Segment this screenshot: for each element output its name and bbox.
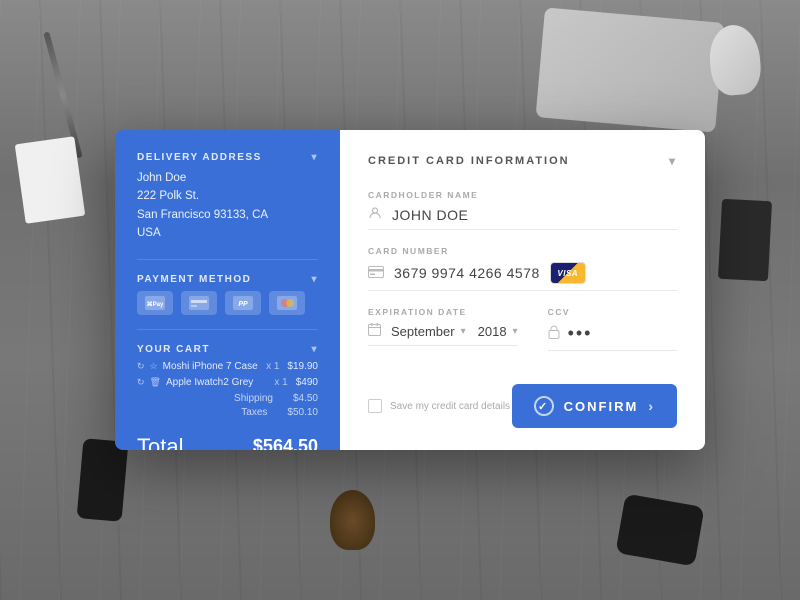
total-row: Total $564.50 <box>137 428 318 450</box>
street-address: 222 Polk St. <box>137 187 318 205</box>
refresh-icon: ↻ <box>137 361 145 372</box>
total-label: Total <box>137 434 183 450</box>
cart-item-1-price: $19.90 <box>287 361 318 372</box>
cart-item-1-qty: x 1 <box>266 361 279 372</box>
cart-item-2-price: $490 <box>296 377 318 388</box>
your-cart-chevron-icon: ▾ <box>311 344 318 355</box>
cart-item-1-name: Moshi iPhone 7 Case <box>163 361 258 372</box>
exp-month-chevron-icon: ▾ <box>461 326 466 337</box>
confirm-check-icon: ✓ <box>534 396 554 416</box>
lock-icon <box>548 325 560 342</box>
right-panel: CREDIT CARD INFORMATION ▾ CARDHOLDER NAM… <box>340 130 705 450</box>
pinecone-decoration <box>330 490 375 550</box>
ccv-input-row[interactable]: ••• <box>548 323 677 351</box>
paypal-icon[interactable]: PP <box>225 291 261 315</box>
checkbox-box[interactable] <box>368 399 382 413</box>
cardholder-name-field: CARDHOLDER NAME JOHN DOE <box>368 190 677 246</box>
taxes-price: $50.10 <box>287 407 318 418</box>
delivery-address-section[interactable]: DELIVERY ADDRESS ▾ <box>137 152 318 163</box>
card-icon <box>368 265 384 281</box>
expiration-selects[interactable]: September ▾ 2018 ▾ <box>368 323 518 346</box>
cardholder-name-row[interactable]: JOHN DOE <box>368 206 677 230</box>
ccv-value: ••• <box>568 323 593 344</box>
visa-badge: VISA <box>550 262 586 284</box>
save-card-label: Save my credit card details <box>390 401 510 412</box>
recipient-name: John Doe <box>137 169 318 187</box>
calendar-icon <box>368 323 381 339</box>
credit-card-icon[interactable] <box>181 291 217 315</box>
svg-text:⌘Pay: ⌘Pay <box>147 301 164 308</box>
confirm-label: CONFIRM <box>564 399 639 414</box>
ccv-field: CCV ••• <box>548 307 677 351</box>
other-card-icon[interactable] <box>269 291 305 315</box>
taxes-label: Taxes <box>241 407 267 418</box>
your-cart-header[interactable]: YOUR CART ▾ <box>137 344 318 355</box>
bottom-row: Save my credit card details ✓ CONFIRM › <box>368 368 677 428</box>
payment-method-label: PAYMENT METHOD <box>137 274 251 285</box>
cardholder-name-label: CARDHOLDER NAME <box>368 190 677 200</box>
delivery-address-chevron-icon: ▾ <box>311 152 318 163</box>
trash-icon: 🗑 <box>150 377 161 388</box>
checkout-card: DELIVERY ADDRESS ▾ John Doe 222 Polk St.… <box>115 130 705 450</box>
expiration-field: EXPIRATION DATE September ▾ 2018 ▾ <box>368 307 518 351</box>
left-panel: DELIVERY ADDRESS ▾ John Doe 222 Polk St.… <box>115 130 340 450</box>
card-number-row[interactable]: 3679 9974 4266 4578 VISA <box>368 262 677 291</box>
ccv-label: CCV <box>548 307 677 317</box>
confirm-button[interactable]: ✓ CONFIRM › <box>512 384 677 428</box>
apple-pay-icon[interactable]: ⌘Pay <box>137 291 173 315</box>
laptop-decoration <box>536 7 725 132</box>
exp-year-value: 2018 <box>478 324 507 339</box>
refresh-icon-2: ↻ <box>137 377 145 388</box>
card-number-field: CARD NUMBER 3679 9974 4266 4578 VISA <box>368 246 677 307</box>
payment-method-chevron-icon: ▾ <box>311 274 318 285</box>
city-state: San Francisco 93133, CA <box>137 206 318 224</box>
cart-item-2: ↻ 🗑 Apple Iwatch2 Grey x 1 $490 <box>137 377 318 388</box>
cart-item-2-name: Apple Iwatch2 Grey <box>166 377 253 388</box>
payment-method-header[interactable]: PAYMENT METHOD ▾ <box>137 274 318 285</box>
cardholder-name-value: JOHN DOE <box>392 207 468 223</box>
star-icon: ☆ <box>150 361 158 372</box>
country: USA <box>137 224 318 242</box>
shipping-price: $4.50 <box>293 393 318 404</box>
total-amount: $564.50 <box>253 436 318 450</box>
your-cart-section: YOUR CART ▾ ↻ ☆ Moshi iPhone 7 Case x 1 … <box>137 329 318 450</box>
taxes-row: Taxes $50.10 <box>137 407 318 418</box>
notebook-decoration <box>15 136 86 224</box>
confirm-arrow-icon: › <box>648 398 655 414</box>
card-number-value: 3679 9974 4266 4578 <box>394 265 540 281</box>
person-icon <box>368 206 382 223</box>
cart-item-1: ↻ ☆ Moshi iPhone 7 Case x 1 $19.90 <box>137 361 318 372</box>
cc-info-header[interactable]: CREDIT CARD INFORMATION ▾ <box>368 154 677 168</box>
card-number-label: CARD NUMBER <box>368 246 677 256</box>
cc-info-label: CREDIT CARD INFORMATION <box>368 155 570 167</box>
expiry-ccv-row: EXPIRATION DATE September ▾ 2018 ▾ <box>368 307 677 351</box>
shipping-row: Shipping $4.50 <box>137 393 318 404</box>
cc-info-chevron-icon: ▾ <box>669 154 677 168</box>
save-card-checkbox[interactable]: Save my credit card details <box>368 399 510 413</box>
wallet-decoration <box>718 199 772 282</box>
delivery-address-block: John Doe 222 Polk St. San Francisco 9313… <box>137 169 318 243</box>
cart-item-2-qty: x 1 <box>274 377 287 388</box>
your-cart-label: YOUR CART <box>137 344 210 355</box>
expiration-label: EXPIRATION DATE <box>368 307 518 317</box>
delivery-address-label: DELIVERY ADDRESS <box>137 152 262 163</box>
payment-icons-row: ⌘Pay PP <box>137 291 318 315</box>
exp-month-value: September <box>391 324 455 339</box>
exp-year-chevron-icon: ▾ <box>513 326 518 337</box>
phone-decoration <box>77 438 129 522</box>
svg-text:PP: PP <box>238 301 248 308</box>
shipping-label: Shipping <box>234 393 273 404</box>
payment-method-section: PAYMENT METHOD ▾ ⌘Pay <box>137 259 318 315</box>
